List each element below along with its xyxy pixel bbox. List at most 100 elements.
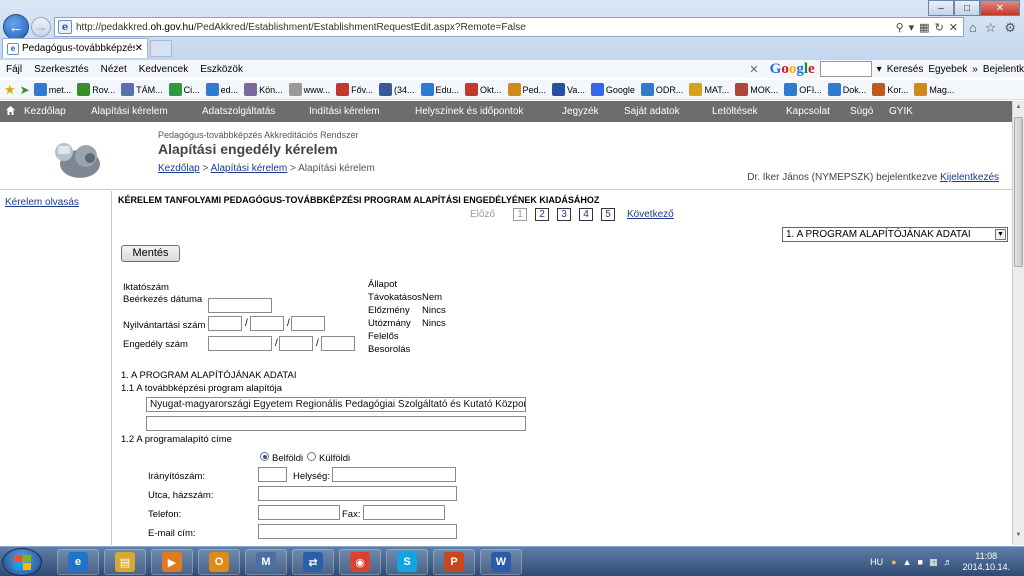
- favorite-item[interactable]: TÁM...: [121, 83, 163, 96]
- favorite-item[interactable]: Kor...: [872, 83, 908, 96]
- clock[interactable]: 11:08 2014.10.14.: [962, 551, 1010, 573]
- google-search-button[interactable]: Keresés: [887, 64, 924, 75]
- taskbar-app-powerpoint[interactable]: P: [433, 549, 475, 575]
- favorite-item[interactable]: Ped...: [507, 83, 546, 96]
- favorites-star-icon[interactable]: ☆: [985, 20, 997, 36]
- taskbar-app-marc[interactable]: M: [245, 549, 287, 575]
- language-indicator[interactable]: HU: [870, 557, 883, 567]
- toolbar-close-icon[interactable]: ✕: [749, 63, 758, 76]
- vertical-scrollbar[interactable]: ▲ ▼: [1012, 101, 1024, 545]
- favorite-item[interactable]: met...: [33, 83, 71, 96]
- scroll-down-icon[interactable]: ▼: [1014, 532, 1023, 542]
- save-button[interactable]: Mentés: [121, 245, 180, 262]
- search-icon[interactable]: ⚲: [896, 21, 904, 34]
- license-number-part2[interactable]: [279, 336, 313, 351]
- forward-arrow-icon[interactable]: →: [31, 17, 51, 37]
- taskbar-app-chrome[interactable]: ◉: [339, 549, 381, 575]
- license-number-part3[interactable]: [321, 336, 355, 351]
- city-field[interactable]: [332, 467, 456, 482]
- tray-icon-1[interactable]: ●: [891, 557, 896, 567]
- taskbar-app-word[interactable]: W: [480, 549, 522, 575]
- pager-page-3[interactable]: 3: [557, 208, 572, 221]
- menu-view[interactable]: Nézet: [95, 64, 133, 75]
- favorite-item[interactable]: Okt...: [465, 83, 502, 96]
- home-icon[interactable]: [5, 105, 16, 116]
- nav-faq[interactable]: GYIK: [889, 106, 913, 117]
- tray-icon-3[interactable]: ■: [918, 557, 923, 567]
- favorite-item[interactable]: Mag...: [914, 83, 954, 96]
- more-button[interactable]: Egyebek: [928, 64, 967, 75]
- tray-icon-2[interactable]: ▲: [903, 557, 912, 567]
- add-to-favorites-icon[interactable]: ➤: [20, 83, 30, 97]
- section-select[interactable]: 1. A PROGRAM ALAPÍTÓJÁNAK ADATAI ▼: [782, 227, 1008, 242]
- pager-next[interactable]: Következő: [627, 209, 674, 220]
- menu-tools[interactable]: Eszközök: [194, 64, 249, 75]
- founder-name-field-2[interactable]: [146, 416, 526, 431]
- radio-domestic[interactable]: [260, 452, 269, 461]
- nav-home[interactable]: Kezdőlap: [24, 106, 66, 117]
- taskbar-app-sync[interactable]: ⇄: [292, 549, 334, 575]
- founder-name-field[interactable]: Nyugat-magyarországi Egyetem Regionális …: [146, 397, 526, 412]
- minimize-icon[interactable]: –: [928, 0, 954, 16]
- radio-foreign[interactable]: [307, 452, 316, 461]
- nav-help[interactable]: Súgó: [850, 106, 873, 117]
- breadcrumb-request-link[interactable]: Alapítási kérelem: [211, 163, 288, 174]
- logout-link[interactable]: Kijelentkezés: [940, 172, 999, 183]
- url-text[interactable]: http://pedakkred.oh.gov.hu/PedAkkred/Est…: [76, 22, 896, 33]
- sidebar-read-request-link[interactable]: Kérelem olvasás: [5, 197, 79, 208]
- favorite-item[interactable]: Edu...: [420, 83, 459, 96]
- nav-register[interactable]: Jegyzék: [562, 106, 599, 117]
- favorite-item[interactable]: ed...: [205, 83, 238, 96]
- new-tab-button[interactable]: [150, 40, 172, 57]
- breadcrumb-home-link[interactable]: Kezdőlap: [158, 163, 200, 174]
- stop-icon[interactable]: ✕: [949, 21, 958, 34]
- scroll-up-icon[interactable]: ▲: [1014, 104, 1023, 114]
- registry-number-part2[interactable]: [250, 316, 284, 331]
- toolbar-login-link[interactable]: Bejelentk: [983, 64, 1024, 75]
- home-icon[interactable]: ⌂: [969, 20, 977, 36]
- email-field[interactable]: [258, 524, 457, 539]
- tab-active[interactable]: e Pedagógus-továbbképzés Ak... ✕: [2, 38, 148, 58]
- nav-launch-request[interactable]: Indítási kérelem: [309, 106, 380, 117]
- search-dropdown-icon[interactable]: ▾: [877, 64, 882, 75]
- pager-page-4[interactable]: 4: [579, 208, 594, 221]
- fax-field[interactable]: [363, 505, 445, 520]
- street-field[interactable]: [258, 486, 457, 501]
- favorite-item[interactable]: (34...: [378, 83, 415, 96]
- favorite-item[interactable]: Főv...: [336, 83, 373, 96]
- favorite-item[interactable]: Google: [590, 83, 635, 96]
- registry-number-part1[interactable]: [208, 316, 242, 331]
- nav-data-reporting[interactable]: Adatszolgáltatás: [202, 106, 275, 117]
- zip-field[interactable]: [258, 467, 287, 482]
- menu-edit[interactable]: Szerkesztés: [28, 64, 94, 75]
- gear-icon[interactable]: ⚙: [1004, 20, 1016, 36]
- favorite-item[interactable]: Ci...: [168, 83, 200, 96]
- favorite-item[interactable]: Va...: [552, 83, 585, 96]
- network-icon[interactable]: ▦: [929, 557, 938, 568]
- taskbar-app-ie[interactable]: e: [57, 549, 99, 575]
- license-number-part1[interactable]: [208, 336, 272, 351]
- nav-establishment-request[interactable]: Alapítási kérelem: [91, 106, 168, 117]
- phone-field[interactable]: [258, 505, 340, 520]
- scrollbar-thumb[interactable]: [1014, 117, 1023, 267]
- nav-locations-dates[interactable]: Helyszínek és időpontok: [415, 106, 523, 117]
- favorite-item[interactable]: Kön...: [244, 83, 283, 96]
- start-button[interactable]: [2, 548, 42, 576]
- dropdown-arrow-icon[interactable]: ▾: [909, 21, 915, 34]
- maximize-icon[interactable]: □: [954, 0, 980, 16]
- favorite-item[interactable]: Dok...: [827, 83, 866, 96]
- close-icon[interactable]: ✕: [980, 0, 1020, 16]
- taskbar-app-skype[interactable]: S: [386, 549, 428, 575]
- back-arrow-icon[interactable]: ←: [3, 14, 29, 40]
- registry-number-part3[interactable]: [291, 316, 325, 331]
- nav-own-data[interactable]: Saját adatok: [624, 106, 680, 117]
- address-bar[interactable]: e http://pedakkred.oh.gov.hu/PedAkkred/E…: [54, 17, 964, 37]
- arrival-date-field[interactable]: [208, 298, 272, 313]
- favorite-item[interactable]: ODR...: [640, 83, 683, 96]
- nav-downloads[interactable]: Letöltések: [712, 106, 758, 117]
- favorite-item[interactable]: www...: [288, 83, 330, 96]
- favorites-star-icon[interactable]: ★: [4, 82, 16, 98]
- menu-file[interactable]: Fájl: [0, 64, 28, 75]
- taskbar-app-media[interactable]: ▶: [151, 549, 193, 575]
- favorite-item[interactable]: Rov...: [77, 83, 115, 96]
